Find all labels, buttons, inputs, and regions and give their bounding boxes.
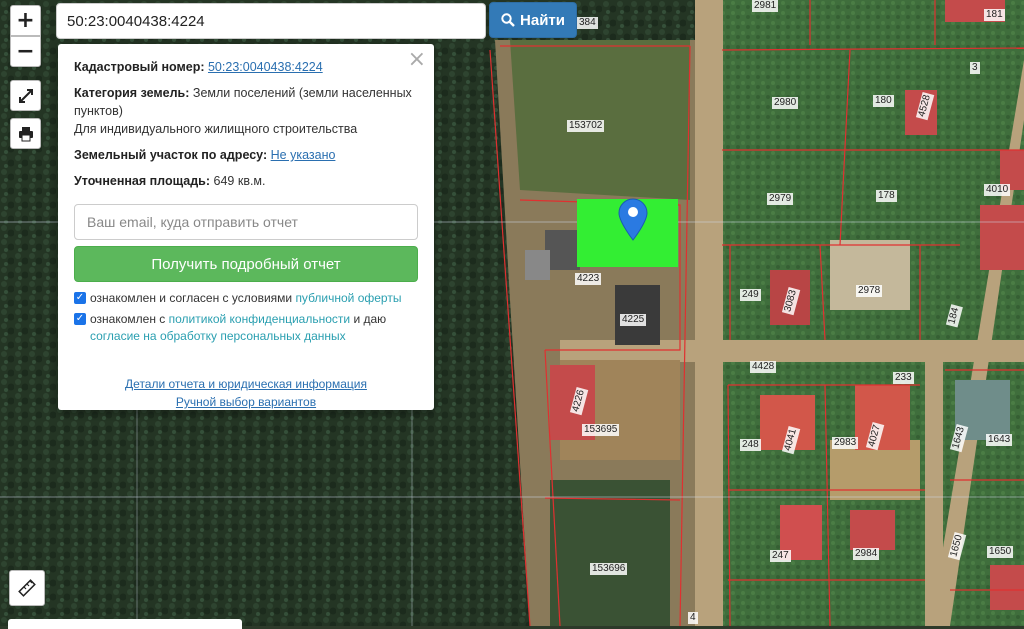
parcel-label: 4223 (575, 273, 602, 285)
parcel-label: 180 (873, 95, 894, 107)
area-row: Уточненная площадь: 649 кв.м. (74, 172, 418, 190)
parcel-label: 2983 (832, 437, 859, 449)
parcel-label: 178 (876, 190, 897, 202)
land-usage-value: Для индивидуального жилищного строительс… (74, 122, 358, 136)
privacy-consent-text: ознакомлен с политикой конфиденциальност… (90, 311, 418, 345)
parcel-label: 384 (577, 17, 598, 29)
privacy-consent-row: ✓ ознакомлен с политикой конфиденциально… (74, 311, 418, 345)
parcel-label: 153695 (582, 424, 620, 436)
parcel-label: 2980 (772, 97, 799, 109)
public-offer-link[interactable]: публичной оферты (295, 291, 401, 305)
parcel-label: 2981 (752, 0, 779, 12)
search-button-label: Найти (520, 11, 565, 29)
popup-footer-links: Детали отчета и юридическая информация Р… (74, 375, 418, 411)
parcel-label: 4 (688, 612, 698, 624)
cadastral-number-row: Кадастровый номер: 50:23:0040438:4224 (74, 58, 418, 76)
manual-selection-link[interactable]: Ручной выбор вариантов (74, 393, 418, 411)
ruler-icon (18, 579, 36, 597)
parcel-label: 2984 (853, 548, 880, 560)
parcel-label: 247 (770, 550, 791, 562)
parcel-label: 1643 (986, 434, 1013, 446)
parcel-label: 4428 (750, 361, 777, 373)
ruler-button[interactable] (9, 570, 45, 606)
offer-consent-text: ознакомлен и согласен с условиями публич… (90, 290, 401, 307)
cadastral-number-link[interactable]: 50:23:0040438:4224 (208, 60, 323, 74)
privacy-consent-prefix: ознакомлен с (90, 312, 169, 326)
printer-icon (18, 126, 33, 141)
close-icon[interactable]: × (408, 48, 426, 72)
privacy-consent-checkbox[interactable]: ✓ (74, 313, 86, 325)
parcel-info-popup: × Кадастровый номер: 50:23:0040438:4224 … (58, 44, 434, 410)
privacy-consent-mid: и даю (350, 312, 387, 326)
address-label: Земельный участок по адресу: (74, 148, 268, 162)
offer-consent-prefix: ознакомлен и согласен с условиями (90, 291, 296, 305)
parcel-label: 249 (740, 289, 761, 301)
parcel-label: 2979 (767, 193, 794, 205)
get-report-button[interactable]: Получить подробный отчет (74, 246, 418, 282)
fullscreen-button[interactable] (10, 80, 41, 111)
personal-data-consent-link[interactable]: согласие на обработку персональных данны… (90, 329, 346, 343)
offer-consent-checkbox[interactable]: ✓ (74, 292, 86, 304)
parcel-label: 2978 (856, 285, 883, 297)
parcel-label: 181 (984, 9, 1005, 21)
report-details-link[interactable]: Детали отчета и юридическая информация (74, 375, 418, 393)
address-link[interactable]: Не указано (271, 148, 336, 162)
parcel-label: 233 (893, 372, 914, 384)
search-button[interactable]: Найти (489, 2, 577, 38)
parcel-label: 153696 (590, 563, 628, 575)
area-label: Уточненная площадь: (74, 174, 211, 188)
address-row: Земельный участок по адресу: Не указано (74, 146, 418, 164)
parcel-label: 1650 (987, 546, 1014, 558)
parcel-label: 153702 (567, 120, 605, 132)
email-field[interactable] (74, 204, 418, 240)
bottom-panel (8, 619, 242, 629)
search-icon (501, 13, 515, 27)
land-category-row: Категория земель: Земли поселений (земли… (74, 84, 418, 138)
zoom-in-button[interactable]: + (10, 5, 41, 36)
parcel-label: 4010 (984, 184, 1011, 196)
parcel-label: 4225 (620, 314, 647, 326)
search-input[interactable] (56, 3, 486, 39)
area-value: 649 кв.м. (213, 174, 266, 188)
cadastral-number-label: Кадастровый номер: (74, 60, 205, 74)
print-button[interactable] (10, 118, 41, 149)
expand-icon (18, 88, 33, 103)
privacy-policy-link[interactable]: политикой конфиденциальности (169, 312, 350, 326)
zoom-out-button[interactable]: − (10, 36, 41, 67)
parcel-label: 248 (740, 439, 761, 451)
parcel-label: 3 (970, 62, 980, 74)
offer-consent-row: ✓ ознакомлен и согласен с условиями публ… (74, 290, 418, 307)
land-category-label: Категория земель: (74, 86, 190, 100)
